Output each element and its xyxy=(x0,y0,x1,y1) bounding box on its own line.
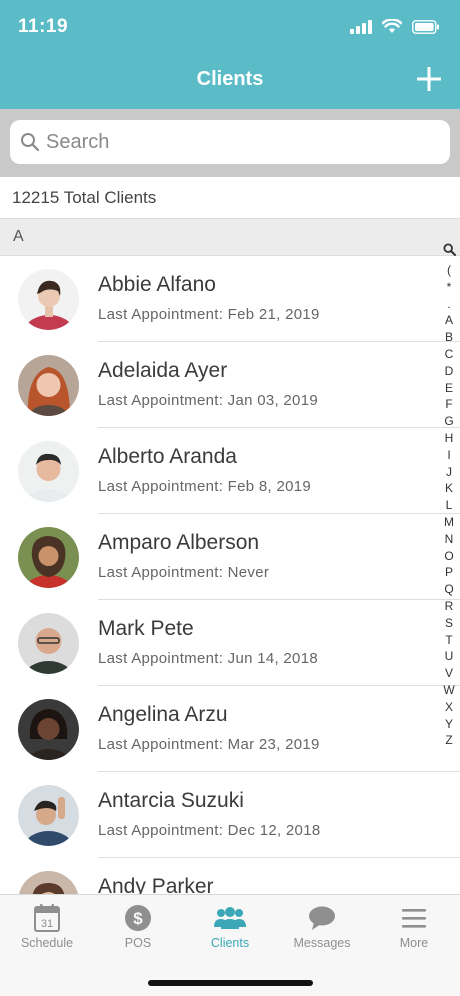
client-name: Alberto Aranda xyxy=(98,445,237,468)
tab-label: POS xyxy=(124,936,152,950)
calendar-icon: 31 xyxy=(34,904,60,932)
index-letter[interactable]: N xyxy=(445,531,454,548)
client-row[interactable]: Mark Pete Last Appointment: Jun 14, 2018 xyxy=(0,600,460,686)
index-letter[interactable]: Y xyxy=(445,716,453,733)
home-indicator xyxy=(148,980,313,986)
last-appointment: Last Appointment: Feb 21, 2019 xyxy=(98,306,320,323)
client-name: Amparo Alberson xyxy=(98,531,260,554)
add-client-button[interactable] xyxy=(414,64,444,94)
svg-text:$: $ xyxy=(133,909,143,928)
search-bar xyxy=(0,109,460,177)
index-letter[interactable]: V xyxy=(445,665,453,682)
tab-label: Schedule xyxy=(20,936,74,950)
tab-label: More xyxy=(399,936,429,950)
index-letter[interactable]: W xyxy=(443,682,454,699)
dollar-icon: $ xyxy=(125,905,151,931)
search-input[interactable] xyxy=(46,120,436,164)
last-appointment: Last Appointment: Jan 03, 2019 xyxy=(98,392,318,409)
alphabet-index[interactable]: (*. A B C D E F G H I J K L M N O P Q R S T U V W X Y Z xyxy=(441,243,457,749)
client-avatar xyxy=(18,613,79,674)
status-time: 11:19 xyxy=(18,16,69,37)
index-letter[interactable]: D xyxy=(445,363,454,380)
section-letter: A xyxy=(13,228,24,245)
index-letter[interactable]: H xyxy=(445,430,454,447)
client-row[interactable]: Adelaida Ayer Last Appointment: Jan 03, … xyxy=(0,342,460,428)
calendar-day: 31 xyxy=(41,918,53,930)
client-row[interactable]: Andy Parker xyxy=(0,858,460,894)
index-letter[interactable]: I xyxy=(447,447,450,464)
search-box[interactable] xyxy=(10,120,450,164)
index-search-icon[interactable] xyxy=(442,243,456,256)
index-letter[interactable]: F xyxy=(445,396,452,413)
chat-bubble-icon xyxy=(309,906,335,930)
total-clients-count: 12215 Total Clients xyxy=(12,188,157,207)
index-letter[interactable]: G xyxy=(444,413,453,430)
index-letter[interactable]: A xyxy=(445,312,453,329)
index-letter[interactable]: T xyxy=(445,632,452,649)
client-avatar xyxy=(18,527,79,588)
menu-icon xyxy=(402,909,426,928)
client-row[interactable]: Alberto Aranda Last Appointment: Feb 8, … xyxy=(0,428,460,514)
index-letter[interactable]: E xyxy=(445,380,453,397)
tab-clients[interactable]: Clients xyxy=(184,903,276,950)
client-row[interactable]: Amparo Alberson Last Appointment: Never xyxy=(0,514,460,600)
index-letter[interactable]: O xyxy=(444,548,453,565)
index-letters[interactable]: (*. A B C D E F G H I J K L M N O P Q R S T U V W X Y Z xyxy=(443,262,454,749)
index-letter[interactable]: U xyxy=(445,648,454,665)
last-appointment: Last Appointment: Never xyxy=(98,564,270,581)
client-name: Angelina Arzu xyxy=(98,703,228,726)
last-appointment: Last Appointment: Dec 12, 2018 xyxy=(98,822,321,839)
client-avatar xyxy=(18,355,79,416)
client-name: Adelaida Ayer xyxy=(98,359,228,382)
search-icon xyxy=(21,133,40,152)
client-name: Abbie Alfano xyxy=(98,273,216,296)
index-letter[interactable]: R xyxy=(445,598,454,615)
client-list: Abbie Alfano Last Appointment: Feb 21, 2… xyxy=(0,256,460,894)
client-avatar xyxy=(18,699,79,760)
signal-icon xyxy=(350,19,372,34)
status-bar: 11:19 xyxy=(0,0,460,56)
wifi-icon xyxy=(382,19,402,33)
index-letter[interactable]: M xyxy=(444,514,454,531)
status-icons xyxy=(350,19,440,34)
tab-schedule[interactable]: 31 Schedule xyxy=(1,903,93,950)
page-title: Clients xyxy=(196,68,264,90)
client-row[interactable]: Antarcia Suzuki Last Appointment: Dec 12… xyxy=(0,772,460,858)
client-row[interactable]: Abbie Alfano Last Appointment: Feb 21, 2… xyxy=(0,256,460,342)
client-name: Antarcia Suzuki xyxy=(98,789,244,812)
client-avatar xyxy=(18,441,79,502)
last-appointment: Last Appointment: Jun 14, 2018 xyxy=(98,650,318,667)
nav-bar: Clients xyxy=(0,56,460,109)
last-appointment: Last Appointment: Feb 8, 2019 xyxy=(98,478,312,495)
index-letter[interactable]: * xyxy=(447,279,452,296)
client-name: Andy Parker xyxy=(98,875,214,894)
tab-more[interactable]: More xyxy=(368,903,460,950)
tab-pos[interactable]: $ POS xyxy=(92,903,184,950)
index-letter[interactable]: S xyxy=(445,615,453,632)
client-avatar xyxy=(18,269,79,330)
index-letter[interactable]: C xyxy=(445,346,454,363)
battery-icon xyxy=(412,19,439,34)
index-letter[interactable]: Z xyxy=(445,732,452,749)
client-avatar xyxy=(18,871,79,894)
total-clients-row: 12215 Total Clients xyxy=(0,177,460,219)
index-letter[interactable]: P xyxy=(445,564,453,581)
index-letter[interactable]: X xyxy=(445,699,453,716)
index-letter[interactable]: Q xyxy=(444,581,453,598)
section-header: A xyxy=(0,219,460,256)
tab-label: Messages xyxy=(293,936,351,950)
client-avatar xyxy=(18,785,79,846)
index-letter[interactable]: . xyxy=(447,296,450,313)
people-icon xyxy=(214,907,246,929)
client-name: Mark Pete xyxy=(98,617,194,640)
index-letter[interactable]: B xyxy=(445,329,453,346)
client-row[interactable]: Angelina Arzu Last Appointment: Mar 23, … xyxy=(0,686,460,772)
index-letter[interactable]: J xyxy=(446,464,452,481)
index-letter[interactable]: ( xyxy=(447,262,451,279)
last-appointment: Last Appointment: Mar 23, 2019 xyxy=(98,736,320,753)
index-letter[interactable]: K xyxy=(445,480,453,497)
index-letter[interactable]: L xyxy=(446,497,453,514)
tab-label: Clients xyxy=(210,936,250,950)
tab-messages[interactable]: Messages xyxy=(276,903,368,950)
